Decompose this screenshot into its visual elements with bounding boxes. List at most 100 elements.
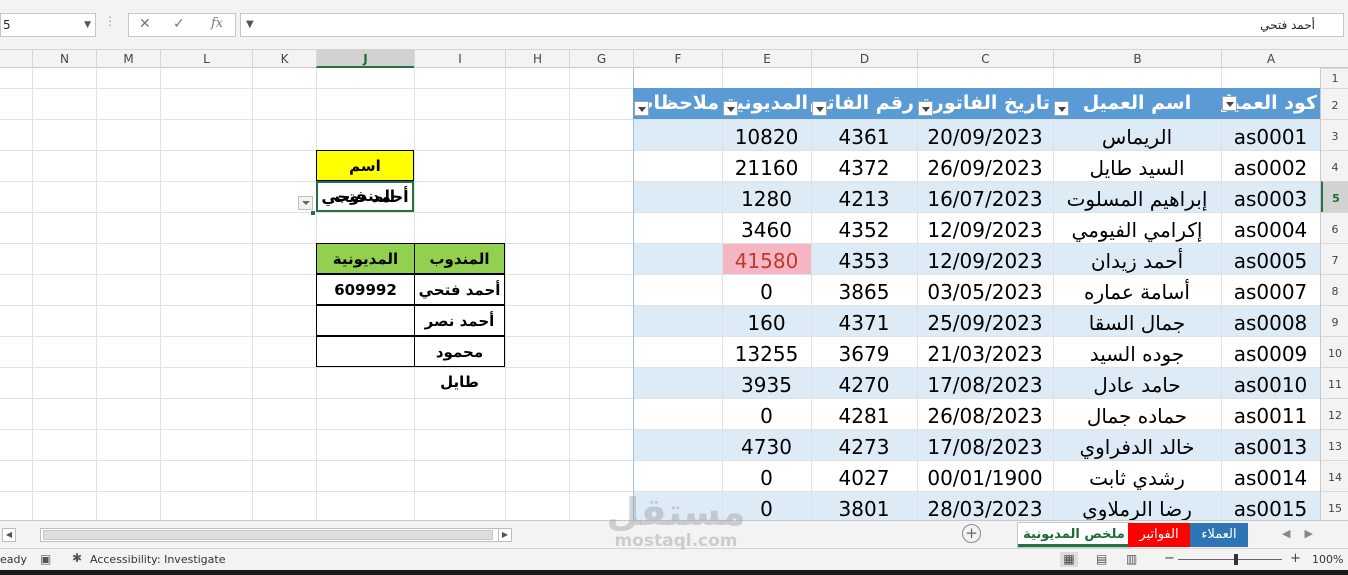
column-header[interactable]: M	[96, 50, 160, 68]
client-name-cell[interactable]: السيد طايل	[1053, 150, 1221, 181]
summary-rep-cell[interactable]: أحمد نصر	[414, 305, 505, 336]
row-header[interactable]: 11	[1321, 367, 1348, 398]
macro-record-icon[interactable]: ▣	[40, 552, 51, 566]
debt-cell[interactable]: 13255	[722, 336, 811, 367]
filter-dropdown-icon[interactable]	[634, 101, 649, 116]
client-name-cell[interactable]: حماده جمال	[1053, 398, 1221, 429]
accessibility-icon[interactable]: ✱	[72, 551, 82, 565]
row-header[interactable]: 3	[1321, 119, 1348, 150]
invoice-number-cell[interactable]: 4361	[811, 119, 917, 150]
accessibility-status[interactable]: Accessibility: Investigate	[90, 553, 226, 566]
cancel-icon[interactable]: ✕	[139, 16, 151, 32]
column-header[interactable]: D	[811, 50, 917, 68]
debt-cell[interactable]: 1280	[722, 181, 811, 212]
client-code-cell[interactable]: as0014	[1221, 460, 1320, 491]
client-code-cell[interactable]: as0008	[1221, 305, 1320, 336]
client-code-cell[interactable]: as0003	[1221, 181, 1320, 212]
summary-debt-cell[interactable]	[316, 305, 415, 336]
debt-cell[interactable]: 4730	[722, 429, 811, 460]
debt-cell[interactable]: 3460	[722, 212, 811, 243]
column-header[interactable]: I	[414, 50, 505, 68]
notes-cell[interactable]	[633, 274, 722, 305]
client-code-cell[interactable]: as0004	[1221, 212, 1320, 243]
client-name-cell[interactable]: أحمد زيدان	[1053, 243, 1221, 274]
invoice-date-cell[interactable]: 26/08/2023	[917, 398, 1053, 429]
chevron-down-icon[interactable]: ▼	[84, 14, 91, 36]
notes-cell[interactable]	[633, 150, 722, 181]
client-name-cell[interactable]: رشدي ثابت	[1053, 460, 1221, 491]
table-header-cell[interactable]: اسم العميل	[1053, 88, 1221, 119]
column-header-partial[interactable]	[0, 50, 32, 68]
summary-debt-cell[interactable]	[316, 336, 415, 367]
client-name-cell[interactable]: أسامة عماره	[1053, 274, 1221, 305]
invoice-date-cell[interactable]: 17/08/2023	[917, 367, 1053, 398]
invoice-date-cell[interactable]: 21/03/2023	[917, 336, 1053, 367]
client-name-cell[interactable]: خالد الدفراوي	[1053, 429, 1221, 460]
client-code-cell[interactable]: as0010	[1221, 367, 1320, 398]
client-code-cell[interactable]: as0001	[1221, 119, 1320, 150]
invoice-date-cell[interactable]: 16/07/2023	[917, 181, 1053, 212]
client-name-cell[interactable]: رضا الرملاوي	[1053, 491, 1221, 520]
notes-cell[interactable]	[633, 367, 722, 398]
notes-cell[interactable]	[633, 429, 722, 460]
summary-debt-cell[interactable]: 609992	[316, 274, 415, 305]
invoice-number-cell[interactable]: 4273	[811, 429, 917, 460]
invoice-date-cell[interactable]: 17/08/2023	[917, 429, 1053, 460]
client-code-cell[interactable]: as0015	[1221, 491, 1320, 520]
client-code-cell[interactable]: as0002	[1221, 150, 1320, 181]
row-header[interactable]: 1	[1321, 68, 1348, 88]
invoice-number-cell[interactable]: 3801	[811, 491, 917, 520]
client-code-cell[interactable]: as0009	[1221, 336, 1320, 367]
column-header[interactable]: B	[1053, 50, 1221, 68]
column-header[interactable]: J	[316, 50, 414, 68]
tab-clients[interactable]: العملاء	[1190, 523, 1248, 547]
invoice-number-cell[interactable]: 4352	[811, 212, 917, 243]
column-header[interactable]: A	[1221, 50, 1320, 68]
notes-cell[interactable]	[633, 305, 722, 336]
horizontal-scrollbar[interactable]	[40, 528, 512, 542]
summary-rep-cell[interactable]: محمود طايل	[414, 336, 505, 391]
notes-cell[interactable]	[633, 460, 722, 491]
invoice-number-cell[interactable]: 4372	[811, 150, 917, 181]
client-code-cell[interactable]: as0011	[1221, 398, 1320, 429]
tab-nav-arrows-icon[interactable]: ◀▶	[1282, 527, 1327, 540]
row-header[interactable]: 15	[1321, 491, 1348, 520]
rep-name-select[interactable]: أحمد فتحي	[316, 181, 414, 212]
zoom-slider[interactable]	[1178, 559, 1282, 560]
scroll-right-icon[interactable]: ▶	[498, 528, 512, 542]
invoice-date-cell[interactable]: 26/09/2023	[917, 150, 1053, 181]
notes-cell[interactable]	[633, 398, 722, 429]
normal-view-icon[interactable]: ▦	[1060, 552, 1078, 567]
invoice-date-cell[interactable]: 28/03/2023	[917, 491, 1053, 520]
client-name-cell[interactable]: الريماس	[1053, 119, 1221, 150]
client-name-cell[interactable]: حامد عادل	[1053, 367, 1221, 398]
notes-cell[interactable]	[633, 336, 722, 367]
invoice-number-cell[interactable]: 4353	[811, 243, 917, 274]
client-name-cell[interactable]: إكرامي الفيومي	[1053, 212, 1221, 243]
invoice-date-cell[interactable]: 20/09/2023	[917, 119, 1053, 150]
dropdown-arrow-icon[interactable]	[298, 196, 313, 210]
client-code-cell[interactable]: as0005	[1221, 243, 1320, 274]
row-header[interactable]: 12	[1321, 398, 1348, 429]
column-header[interactable]: L	[160, 50, 252, 68]
invoice-date-cell[interactable]: 03/05/2023	[917, 274, 1053, 305]
debt-cell[interactable]: 41580	[722, 243, 811, 274]
column-header[interactable]: G	[569, 50, 633, 68]
enter-icon[interactable]: ✓	[173, 16, 185, 32]
client-name-cell[interactable]: جمال السقا	[1053, 305, 1221, 336]
scrollbar-thumb[interactable]	[43, 530, 493, 540]
column-header[interactable]: N	[32, 50, 96, 68]
invoice-date-cell[interactable]: 12/09/2023	[917, 243, 1053, 274]
invoice-number-cell[interactable]: 3679	[811, 336, 917, 367]
add-sheet-icon[interactable]: +	[962, 524, 981, 543]
filter-dropdown-icon[interactable]	[723, 101, 738, 116]
debt-cell[interactable]: 0	[722, 398, 811, 429]
filter-dropdown-icon[interactable]	[812, 101, 827, 116]
zoom-slider-thumb[interactable]	[1234, 554, 1238, 565]
zoom-level[interactable]: 100%	[1312, 553, 1343, 566]
invoice-number-cell[interactable]: 4371	[811, 305, 917, 336]
row-header[interactable]: 14	[1321, 460, 1348, 491]
debt-cell[interactable]: 0	[722, 274, 811, 305]
debt-cell[interactable]: 0	[722, 460, 811, 491]
row-header[interactable]: 8	[1321, 274, 1348, 305]
